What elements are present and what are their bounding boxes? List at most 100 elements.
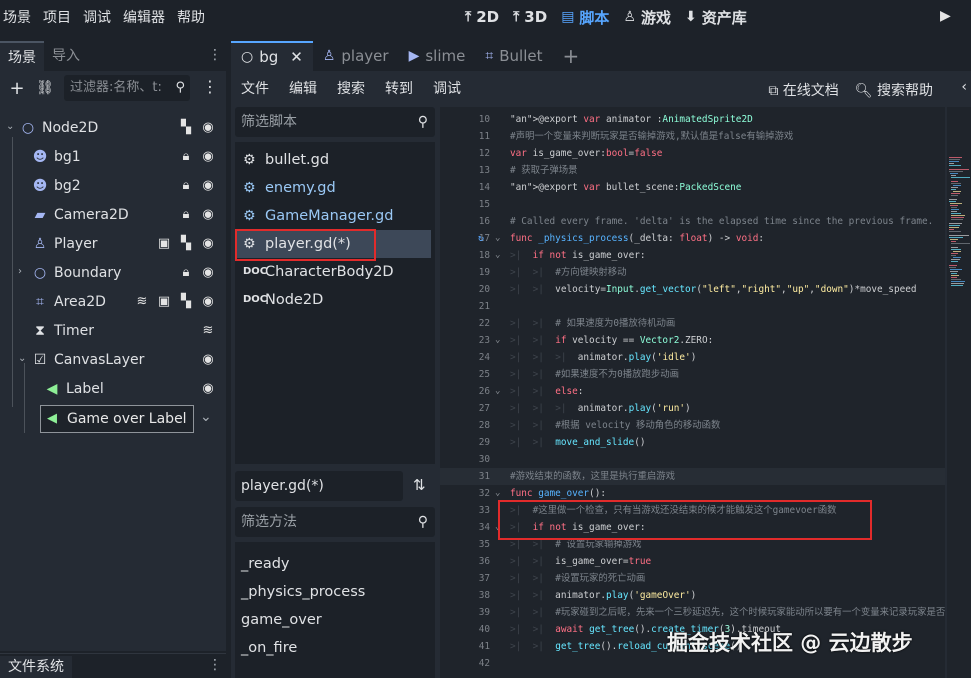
chevron-down-icon[interactable]: ⌄	[6, 121, 14, 132]
code-line[interactable]: 22 >| >| # 如果速度为0播放待机动画	[440, 315, 945, 332]
menu-debug[interactable]: 调试	[79, 7, 119, 27]
line-number[interactable]: 30	[440, 451, 490, 468]
code-line[interactable]: 19 >| >| #方向键映射移动	[440, 264, 945, 281]
code-line[interactable]: 27 >| >| >| animator.play('run')	[440, 400, 945, 417]
code-line[interactable]: 10 "an">@export var animator :AnimatedSpr…	[440, 111, 945, 128]
workspace-game[interactable]: ♙ 游戏	[623, 7, 671, 28]
line-number[interactable]: 26	[440, 383, 490, 400]
tab-script-bullet[interactable]: ⌗ Bullet	[475, 41, 552, 71]
code-line[interactable]: 14 "an">@export var bullet_scene:PackedSc…	[440, 179, 945, 196]
visibility-eye-icon[interactable]: ◉	[200, 149, 216, 165]
code-line[interactable]: 31 #游戏结束的函数，这里是执行重启游戏	[440, 468, 945, 485]
tab-filesystem[interactable]: 文件系统	[0, 656, 72, 678]
line-number[interactable]: 11	[440, 128, 490, 145]
visibility-eye-icon[interactable]: ◉	[200, 120, 216, 136]
clapper-icon[interactable]: ▣	[156, 294, 172, 310]
chevron-right-icon[interactable]: ›	[18, 266, 22, 277]
line-number[interactable]: 19	[440, 264, 490, 281]
doc-item-characterbody2d[interactable]: DOC CharacterBody2D	[235, 258, 431, 286]
tree-node-camera2d[interactable]: ▰ Camera2D 🔒︎ ◉	[0, 202, 226, 230]
code-line[interactable]: 20 >| >| velocity=Input.get_vector("left"…	[440, 281, 945, 298]
tab-script-player[interactable]: ♙ player	[313, 41, 399, 71]
sort-icon[interactable]: ⇅	[413, 476, 426, 494]
workspace-script[interactable]: ▤ 脚本	[561, 7, 609, 28]
line-number[interactable]: 24	[440, 349, 490, 366]
code-line[interactable]: 28 >| >| #根据 velocity 移动角色的移动函数	[440, 417, 945, 434]
visibility-eye-icon[interactable]: ◉	[200, 294, 216, 310]
line-number[interactable]: 38	[440, 587, 490, 604]
code-line[interactable]: 24 >| >| >| animator.play('idle')	[440, 349, 945, 366]
visibility-eye-icon[interactable]: ◉	[200, 352, 216, 368]
script-attached-icon[interactable]: ▚	[178, 294, 194, 310]
scene-filter-input[interactable]: 过滤器:名称、t: ⚲	[64, 75, 190, 101]
workspace-2d[interactable]: ⤒ 2D	[465, 8, 499, 26]
line-number[interactable]: 15	[440, 196, 490, 213]
menu-help[interactable]: 帮助	[173, 7, 213, 27]
menu-search[interactable]: 搜索	[327, 78, 375, 98]
line-number[interactable]: 14	[440, 179, 490, 196]
tab-scene[interactable]: 场景	[0, 41, 44, 71]
tab-import[interactable]: 导入	[44, 41, 88, 71]
method-item-physics-process[interactable]: _physics_process	[241, 578, 365, 606]
chevron-left-icon[interactable]: ‹	[961, 79, 967, 95]
tab-script-slime[interactable]: ▶ slime	[399, 41, 476, 71]
line-number[interactable]: 13	[440, 162, 490, 179]
workspace-assetlib[interactable]: ⬇ 资产库	[685, 7, 747, 28]
tree-node-label[interactable]: ◀ Label ◉	[0, 376, 226, 404]
tree-node-area2d[interactable]: ⌗ Area2D ≋ ▣ ▚ ◉	[0, 289, 226, 317]
tree-node-boundary[interactable]: › ○ Boundary 🔒︎ ◉	[0, 260, 226, 288]
line-number[interactable]: 18	[440, 247, 490, 264]
scene-options-icon[interactable]: ⋮	[202, 77, 218, 96]
fold-chevron-icon[interactable]: ⌄	[495, 230, 500, 247]
line-number[interactable]: 41	[440, 638, 490, 655]
method-item-ready[interactable]: _ready	[241, 550, 289, 578]
code-line[interactable]: 17 ⌄ ↻ func _physics_process(_delta: float)…	[440, 230, 945, 247]
line-number[interactable]: 25	[440, 366, 490, 383]
menu-editor[interactable]: 编辑器	[119, 7, 173, 27]
method-filter-input[interactable]: 筛选方法 ⚲	[235, 507, 435, 537]
code-minimap[interactable]	[947, 107, 971, 678]
script-item-bullet[interactable]: ⚙ bullet.gd	[235, 146, 431, 174]
clapper-icon[interactable]: ▣	[156, 236, 172, 252]
line-number[interactable]: 16	[440, 213, 490, 230]
dock-options-icon[interactable]: ⋮	[208, 657, 222, 673]
fold-chevron-icon[interactable]: ⌄	[495, 383, 500, 400]
code-line[interactable]: 16 # Called every frame. 'delta' is the e…	[440, 213, 945, 230]
line-number[interactable]: 42	[440, 655, 490, 672]
line-number[interactable]: 28	[440, 417, 490, 434]
fold-chevron-icon[interactable]: ⌄	[495, 332, 500, 349]
fold-chevron-icon[interactable]: ⌄	[495, 247, 500, 264]
instance-scene-button[interactable]: ⛓	[34, 80, 56, 96]
line-number[interactable]: 34	[440, 519, 490, 536]
visibility-eye-icon[interactable]: ◉	[200, 178, 216, 194]
method-item-game-over[interactable]: game_over	[241, 606, 322, 634]
line-number[interactable]: 22	[440, 315, 490, 332]
code-line[interactable]: 13 # 获取子弹场景	[440, 162, 945, 179]
code-line[interactable]: 25 >| >| #如果速度不为0播放跑步动画	[440, 366, 945, 383]
code-line[interactable]: 21	[440, 298, 945, 315]
line-number[interactable]: 10	[440, 111, 490, 128]
code-line[interactable]: 26 ⌄ >| >| else:	[440, 383, 945, 400]
code-line[interactable]: 30	[440, 451, 945, 468]
visibility-eye-icon[interactable]: ◉	[200, 265, 216, 281]
code-line[interactable]: 38 >| >| animator.play('gameOver')	[440, 587, 945, 604]
online-docs-button[interactable]: ⧉ 在线文档	[768, 80, 838, 100]
code-line[interactable]: 42	[440, 655, 945, 672]
line-number[interactable]: 29	[440, 434, 490, 451]
signal-icon[interactable]: ≋	[200, 323, 216, 339]
script-item-gamemanager[interactable]: ⚙ GameManager.gd	[235, 202, 431, 230]
code-editor[interactable]: 10 "an">@export var animator :AnimatedSpr…	[440, 107, 945, 678]
search-help-button[interactable]: 🔍︎ 搜索帮助	[855, 80, 933, 100]
line-number[interactable]: 33	[440, 502, 490, 519]
lock-icon[interactable]: 🔒︎	[178, 178, 194, 194]
tree-node-game-over-label[interactable]: ◀ Game over Label ⌄	[0, 405, 226, 433]
tab-script-bg[interactable]: ○ bg ✕	[231, 41, 313, 71]
line-number[interactable]: 12	[440, 145, 490, 162]
close-icon[interactable]: ✕	[290, 42, 303, 72]
lock-icon[interactable]: 🔒︎	[178, 149, 194, 165]
line-number[interactable]: 21	[440, 298, 490, 315]
doc-item-node2d[interactable]: DOC Node2D	[235, 286, 431, 314]
code-line[interactable]: 29 >| >| move_and_slide()	[440, 434, 945, 451]
menu-scene[interactable]: 场景	[0, 7, 39, 27]
menu-file[interactable]: 文件	[231, 78, 279, 98]
